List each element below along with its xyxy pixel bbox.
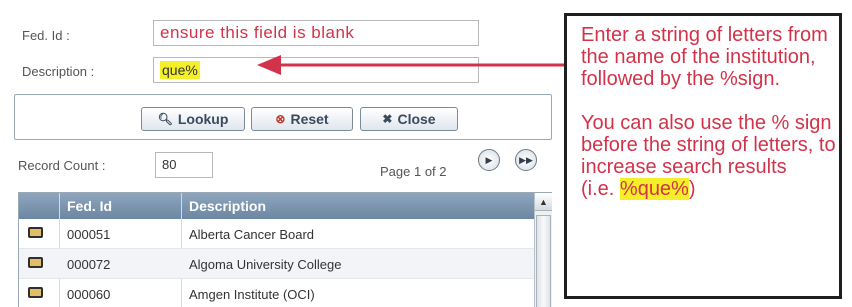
record-count-field[interactable]: 80 [155, 152, 213, 178]
scroll-thumb[interactable] [536, 215, 551, 307]
description-label: Description : [22, 64, 95, 79]
fed-id-field[interactable]: ensure this field is blank [153, 20, 479, 46]
column-header-description[interactable]: Description [189, 198, 266, 214]
column-header-fed-id[interactable]: Fed. Id [67, 198, 112, 214]
fed-id-label: Fed. Id : [22, 28, 70, 43]
close-x-icon: ✖ [382, 112, 393, 126]
table-row[interactable]: 000060 Amgen Institute (OCI) [19, 279, 534, 307]
lookup-button[interactable]: 🔍︎ Lookup [141, 107, 245, 131]
callout-example-open: (i.e. [581, 178, 620, 200]
select-record-icon[interactable] [28, 227, 43, 238]
lookup-screen: Fed. Id : ensure this field is blank Des… [0, 0, 852, 307]
lookup-button-label: Lookup [177, 111, 229, 127]
instruction-callout: Enter a string of letters from the name … [564, 13, 842, 299]
grid-scrollbar[interactable]: ▲ [534, 193, 552, 307]
table-row[interactable]: 000051 Alberta Cancer Board [19, 219, 534, 249]
last-page-icon[interactable]: ▶▶ [515, 149, 537, 171]
table-row[interactable]: 000072 Algoma University College [19, 249, 534, 279]
row-description: Algoma University College [189, 257, 342, 272]
callout-example-highlight: %que% [619, 178, 689, 200]
row-description: Alberta Cancer Board [189, 227, 315, 242]
callout-paragraph-1: Enter a string of letters from the name … [581, 24, 828, 90]
reset-button[interactable]: ⊗ Reset [251, 107, 353, 131]
select-record-icon[interactable] [28, 287, 43, 298]
magnifier-icon: 🔍︎ [157, 112, 173, 126]
results-grid: Fed. Id Description 000051 Alberta Cance… [18, 192, 552, 307]
record-count-label: Record Count : [18, 158, 106, 173]
callout-paragraph-2: You can also use the % sign before the s… [581, 112, 839, 200]
callout-paragraph-2-text: You can also use the % sign before the s… [581, 112, 836, 178]
close-button[interactable]: ✖ Close [360, 107, 458, 131]
close-button-label: Close [397, 111, 436, 127]
row-fed-id: 000072 [67, 257, 111, 272]
reset-button-label: Reset [290, 111, 329, 127]
reset-circle-icon: ⊗ [275, 112, 286, 126]
grid-header: Fed. Id Description [19, 193, 534, 219]
description-value: que% [160, 61, 200, 79]
row-fed-id: 000051 [67, 227, 111, 242]
pointer-arrow-icon [257, 55, 575, 75]
scroll-up-icon[interactable]: ▲ [535, 193, 552, 211]
page-indicator: Page 1 of 2 [380, 164, 447, 179]
button-bar: 🔍︎ Lookup ⊗ Reset ✖ Close [14, 94, 552, 140]
next-page-icon[interactable]: ▶ [478, 149, 500, 171]
callout-example-close: ) [688, 178, 696, 200]
row-fed-id: 000060 [67, 287, 111, 302]
row-description: Amgen Institute (OCI) [189, 287, 315, 302]
select-record-icon[interactable] [28, 257, 43, 268]
